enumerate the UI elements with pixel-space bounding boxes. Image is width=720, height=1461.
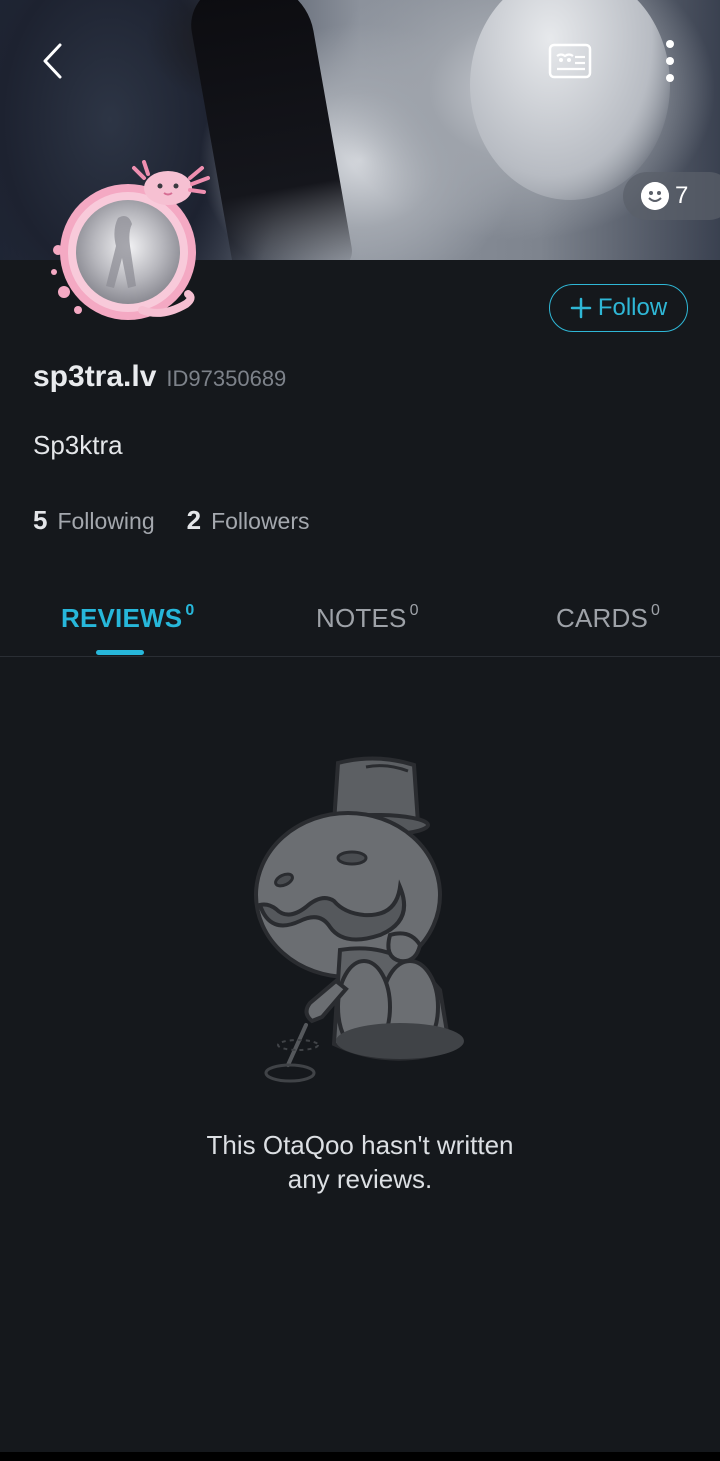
more-vertical-icon	[666, 40, 674, 82]
empty-state-mascot	[254, 756, 464, 1083]
followers-stat[interactable]: 2 Followers	[187, 505, 310, 536]
following-label: Following	[57, 508, 155, 534]
tab-reviews[interactable]: REVIEWS 0	[61, 602, 194, 634]
tab-reviews-label: REVIEWS	[61, 603, 183, 633]
chevron-left-icon	[43, 43, 62, 79]
follow-button[interactable]: Follow	[549, 284, 688, 332]
followers-label: Followers	[211, 508, 310, 534]
tab-notes[interactable]: NOTES 0	[316, 602, 419, 634]
empty-state-message: This OtaQoo hasn't written any reviews.	[160, 1128, 560, 1196]
empty-state-line-1: This OtaQoo hasn't written	[206, 1130, 514, 1160]
profile-card-button[interactable]	[544, 38, 596, 84]
smiley-icon	[641, 182, 669, 210]
bio: Sp3ktra	[33, 430, 123, 460]
following-count: 5	[33, 505, 48, 535]
tab-cards-count: 0	[651, 602, 661, 619]
back-button[interactable]	[28, 36, 78, 86]
following-stat[interactable]: 5 Following	[33, 505, 155, 536]
tab-cards[interactable]: CARDS 0	[556, 602, 660, 634]
system-nav-bar	[0, 1452, 720, 1461]
avatar-frame	[51, 160, 210, 320]
banner-figure	[470, 0, 670, 200]
avatar[interactable]	[44, 160, 226, 332]
followers-count: 2	[186, 505, 202, 535]
reaction-counter[interactable]: 7	[623, 172, 720, 220]
follow-label: Follow	[597, 294, 668, 321]
content-tabs: REVIEWS 0 NOTES 0 CARDS 0	[0, 590, 720, 657]
plus-icon	[570, 297, 592, 319]
user-id: ID97350689	[166, 366, 287, 391]
tab-notes-label: NOTES	[316, 603, 407, 633]
tab-cards-label: CARDS	[556, 603, 649, 633]
active-tab-indicator	[96, 650, 144, 655]
username: sp3tra.lv	[33, 360, 157, 393]
tab-reviews-count: 0	[185, 602, 195, 619]
reaction-count: 7	[675, 182, 689, 209]
tab-notes-count: 0	[409, 602, 419, 619]
empty-state-line-2: any reviews.	[287, 1164, 433, 1194]
username-row: sp3tra.lv ID97350689	[33, 360, 286, 394]
follow-stats: 5 Following 2 Followers	[33, 505, 310, 536]
id-card-icon	[548, 43, 592, 79]
more-options-button[interactable]	[650, 36, 690, 86]
